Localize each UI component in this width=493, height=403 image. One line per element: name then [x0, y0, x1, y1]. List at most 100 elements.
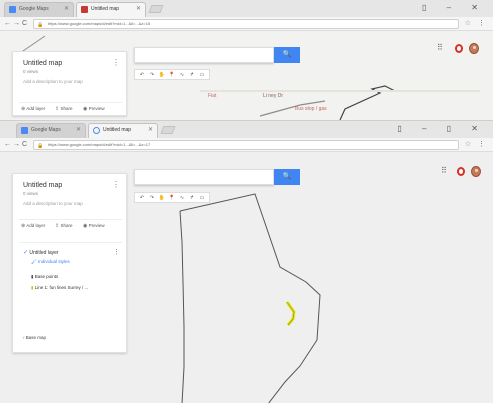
preview-button[interactable]: ◉ Preview: [83, 223, 105, 229]
url-input[interactable]: 🔒 https://www.google.com/maps/d/edit?mid…: [33, 19, 459, 29]
share-button[interactable]: ⇪ Share: [55, 106, 72, 112]
redo-icon[interactable]: ↷: [147, 193, 157, 203]
map-options-icon[interactable]: ⋮: [112, 180, 120, 189]
directions-icon[interactable]: ↱: [187, 193, 197, 203]
marker-icon[interactable]: 📍: [167, 193, 177, 203]
paint-roller-icon: 🖌: [31, 259, 37, 264]
checkbox-icon[interactable]: ✓: [23, 250, 28, 256]
share-icon: ⇪: [55, 106, 60, 112]
search-icon: 🔍: [282, 51, 292, 58]
tab-google-maps[interactable]: Google Maps ✕: [4, 2, 74, 17]
layer-item[interactable]: ▮ Base points: [31, 274, 58, 280]
share-label: Share: [60, 223, 73, 228]
map-views: 0 views: [23, 191, 39, 196]
share-label: Share: [60, 106, 73, 111]
back-icon[interactable]: ←: [4, 139, 11, 151]
map-options-icon[interactable]: ⋮: [112, 58, 120, 67]
reload-icon[interactable]: C: [22, 18, 27, 30]
map-info-panel: Untitled map 0 views Add a description t…: [12, 51, 127, 116]
preview-label: Preview: [88, 223, 105, 228]
ruler-icon[interactable]: ▭: [197, 70, 207, 80]
add-layer-button[interactable]: ⊕ Add layer: [21, 223, 45, 229]
close-icon[interactable]: ✕: [76, 124, 81, 137]
address-bar-row: ← → C 🔒 https://www.google.com/maps/d/ed…: [0, 17, 493, 31]
layer-item-label: Base points: [34, 274, 59, 279]
preview-button[interactable]: ◉ Preview: [83, 106, 105, 112]
map-label: Bus stop / gas: [295, 106, 327, 112]
window-controls[interactable]: ▯ – ✕: [422, 0, 487, 15]
browser-menu-icon[interactable]: ⋮: [478, 139, 485, 151]
apps-grid-icon[interactable]: ⠿: [441, 166, 447, 175]
tab-label: Untitled map: [103, 127, 132, 133]
layer-title[interactable]: ✓ Untitled layer: [23, 249, 59, 256]
undo-icon[interactable]: ↶: [137, 193, 147, 203]
search-button[interactable]: 🔍: [274, 169, 300, 185]
map-title[interactable]: Untitled map: [23, 60, 62, 67]
search-button[interactable]: 🔍: [274, 47, 300, 63]
draw-line-icon[interactable]: ∿: [177, 70, 187, 80]
tab-bar: Google Maps ✕ Untitled map ✕ ▯ – ▯ ✕: [0, 121, 493, 138]
tab-label: Untitled map: [91, 6, 120, 12]
map-actions: ⊕ Add layer ⇪ Share ◉ Preview: [19, 219, 122, 231]
bookmark-star-icon[interactable]: ☆: [465, 18, 471, 30]
maps-favicon-icon: [9, 6, 16, 13]
browser-menu-icon[interactable]: ⋮: [478, 18, 485, 30]
tab-untitled-map[interactable]: Untitled map ✕: [76, 2, 146, 17]
apps-grid-icon[interactable]: ⠿: [437, 43, 443, 52]
bookmark-star-icon[interactable]: ☆: [465, 139, 471, 151]
map-description[interactable]: Add a description to your map: [23, 79, 83, 84]
new-tab-button[interactable]: [148, 5, 164, 13]
avatar[interactable]: [469, 43, 479, 54]
notifications-icon[interactable]: [457, 167, 465, 176]
map-title[interactable]: Untitled map: [23, 182, 62, 189]
map-toolbar: ↶ ↷ ✋ 📍 ∿ ↱ ▭: [134, 192, 210, 203]
map-label: Li ney Dr: [263, 93, 284, 99]
undo-icon[interactable]: ↶: [137, 70, 147, 80]
reload-icon[interactable]: C: [22, 139, 27, 151]
map-canvas[interactable]: Untitled map 0 views Add a description t…: [0, 152, 493, 403]
map-canvas[interactable]: Untitled map 0 views Add a description t…: [0, 31, 493, 120]
notifications-icon[interactable]: [455, 44, 463, 53]
layer-style-link[interactable]: 🖌 Individual styles: [31, 259, 70, 265]
redo-icon[interactable]: ↷: [147, 70, 157, 80]
loading-favicon-icon: [93, 127, 100, 134]
directions-icon[interactable]: ↱: [187, 70, 197, 80]
url-text: https://www.google.com/maps/d/edit?mid=1…: [48, 142, 151, 147]
draw-line-icon[interactable]: ∿: [177, 193, 187, 203]
forward-icon[interactable]: →: [13, 139, 20, 151]
hand-icon[interactable]: ✋: [157, 193, 167, 203]
marker-icon[interactable]: 📍: [167, 70, 177, 80]
avatar[interactable]: [471, 166, 481, 177]
close-icon[interactable]: ✕: [136, 3, 141, 16]
layer-section: ✓ Untitled layer ⋮ 🖌 Individual styles ▮…: [19, 242, 122, 312]
preview-icon: ◉: [83, 223, 88, 229]
close-icon[interactable]: ✕: [64, 3, 69, 16]
url-input[interactable]: 🔒 https://www.google.com/maps/d/edit?mid…: [33, 140, 459, 150]
share-button[interactable]: ⇪ Share: [55, 223, 72, 229]
close-icon[interactable]: ✕: [148, 124, 153, 137]
search-input[interactable]: [134, 169, 274, 185]
tab-untitled-map[interactable]: Untitled map ✕: [88, 123, 158, 138]
add-layer-button[interactable]: ⊕ Add layer: [21, 106, 45, 112]
search-input[interactable]: [134, 47, 274, 63]
map-description[interactable]: Add a description to your map: [23, 201, 83, 206]
hand-icon[interactable]: ✋: [157, 70, 167, 80]
tab-label: Google Maps: [31, 127, 61, 133]
preview-icon: ◉: [83, 106, 88, 112]
lock-icon: 🔒: [37, 22, 44, 28]
add-layer-label: Add layer: [26, 106, 46, 111]
back-icon[interactable]: ←: [4, 18, 11, 30]
layer-item[interactable]: ▮ Line 1: fun lines Surrey / ...: [31, 285, 88, 291]
search-icon: 🔍: [282, 173, 292, 180]
window-controls[interactable]: ▯ – ▯ ✕: [397, 121, 487, 136]
map-views: 0 views: [23, 69, 39, 74]
ruler-icon[interactable]: ▭: [197, 193, 207, 203]
share-icon: ⇪: [55, 223, 60, 229]
bottom-browser-window: Google Maps ✕ Untitled map ✕ ▯ – ▯ ✕ ← →…: [0, 120, 493, 403]
tab-google-maps[interactable]: Google Maps ✕: [16, 123, 86, 138]
base-map-toggle[interactable]: › Base map: [23, 335, 46, 340]
layer-options-icon[interactable]: ⋮: [113, 248, 120, 256]
forward-icon[interactable]: →: [13, 18, 20, 30]
tab-label: Google Maps: [19, 6, 49, 12]
new-tab-button[interactable]: [160, 126, 176, 134]
